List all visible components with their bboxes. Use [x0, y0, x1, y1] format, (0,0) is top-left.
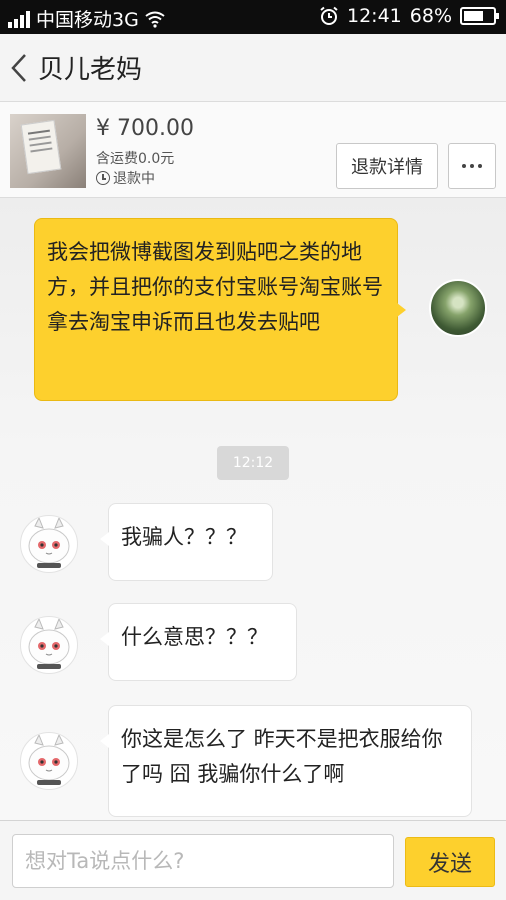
message-bubble-sent[interactable]: 我会把微博截图发到贴吧之类的地方，并且把你的支付宝账号淘宝账号拿去淘宝申诉而且也…	[34, 218, 406, 401]
back-button[interactable]	[2, 34, 36, 102]
order-price: ¥ 700.00	[96, 116, 194, 141]
page-title: 贝儿老妈	[38, 55, 143, 85]
contact-avatar[interactable]	[20, 732, 78, 790]
refund-details-button[interactable]: 退款详情	[336, 143, 438, 189]
cat-avatar-icon	[28, 733, 70, 785]
back-icon	[11, 53, 26, 82]
clock-time: 12:41	[347, 5, 402, 27]
battery-percent: 68%	[409, 5, 452, 27]
refund-status-label: 退款中	[113, 171, 155, 187]
shipping-fee: 含运费0.0元	[96, 151, 175, 167]
chat-area[interactable]: 我会把微博截图发到贴吧之类的地方，并且把你的支付宝账号淘宝账号拿去淘宝申诉而且也…	[0, 199, 506, 820]
status-left: 中国移动3G	[8, 5, 165, 32]
message-input[interactable]	[12, 834, 394, 888]
battery-icon	[460, 7, 499, 25]
refund-status: 退款中	[96, 168, 155, 188]
my-avatar[interactable]	[429, 279, 487, 337]
contact-avatar[interactable]	[20, 515, 78, 573]
contact-avatar[interactable]	[20, 616, 78, 674]
input-bar: 发送	[0, 820, 506, 900]
more-button[interactable]	[448, 143, 496, 189]
alarm-icon	[320, 6, 338, 25]
message-bubble-received[interactable]: 什么意思？？？	[100, 603, 297, 681]
message-text: 你这是怎么了 昨天不是把衣服给你了吗 囧 我骗你什么了啊	[121, 727, 443, 786]
message-text: 我骗人？？？	[121, 525, 247, 549]
status-bar: 中国移动3G 12:41 68%	[0, 0, 506, 34]
cat-avatar-icon	[28, 516, 70, 568]
send-button[interactable]: 发送	[405, 837, 495, 887]
clock-icon	[96, 171, 110, 185]
message-bubble-received[interactable]: 我骗人？？？	[100, 503, 273, 581]
message-bubble-received[interactable]: 你这是怎么了 昨天不是把衣服给你了吗 囧 我骗你什么了啊	[100, 705, 472, 817]
more-icon	[462, 164, 466, 168]
order-card: ¥ 700.00 含运费0.0元 退款中 退款详情	[0, 102, 506, 198]
signal-icon	[8, 10, 30, 28]
status-right: 12:41 68%	[319, 5, 499, 27]
carrier-label: 中国移动3G	[36, 9, 139, 31]
product-thumbnail[interactable]	[10, 114, 86, 188]
message-text: 什么意思？？？	[121, 625, 268, 649]
message-timestamp: 12:12	[217, 446, 289, 480]
wifi-icon	[145, 11, 165, 28]
cat-avatar-icon	[28, 617, 70, 669]
message-text: 我会把微博截图发到贴吧之类的地方，并且把你的支付宝账号淘宝账号拿去淘宝申诉而且也…	[47, 240, 383, 334]
title-bar: 贝儿老妈	[0, 34, 506, 102]
